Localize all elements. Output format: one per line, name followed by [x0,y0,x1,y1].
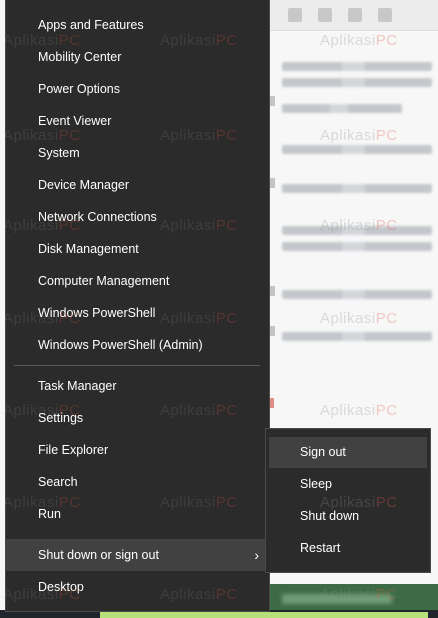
blurred-bullet [270,286,275,296]
blurred-text-line [282,332,432,341]
taskbar-indicator [268,612,428,618]
blurred-text-line [282,104,402,113]
menu-item-label: Network Connections [38,210,157,224]
menu-separator [14,365,260,366]
menu-item-apps-and-features[interactable]: Apps and Features [6,9,269,41]
menu-item-shut-down-or-sign-out[interactable]: Shut down or sign out › [6,539,269,571]
menu-item-label: Desktop [38,580,84,594]
menu-item-search[interactable]: Search [6,466,269,498]
menu-item-disk-management[interactable]: Disk Management [6,233,269,265]
blurred-text-line [282,290,432,299]
submenu-item-sign-out[interactable]: Sign out [269,437,427,468]
menu-item-network-connections[interactable]: Network Connections [6,201,269,233]
menu-item-mobility-center[interactable]: Mobility Center [6,41,269,73]
menu-item-label: Mobility Center [38,50,122,64]
blurred-text-line [282,242,432,251]
menu-item-power-options[interactable]: Power Options [6,73,269,105]
menu-item-label: Device Manager [38,178,130,192]
menu-item-label: Computer Management [38,274,170,288]
toolbar-icon [378,8,392,22]
blurred-text-line [282,62,432,71]
menu-item-label: File Explorer [38,443,109,457]
blurred-text-line [282,226,432,235]
menu-item-label: Run [38,507,61,521]
menu-item-label: System [38,146,80,160]
menu-item-label: Windows PowerShell [38,306,156,320]
blurred-text-line [282,145,432,154]
blurred-text-line [282,78,432,87]
submenu-item-restart[interactable]: Restart [269,533,427,564]
menu-item-settings[interactable]: Settings [6,402,269,434]
menu-item-label: Search [38,475,78,489]
blurred-bullet [270,326,275,336]
menu-item-windows-powershell[interactable]: Windows PowerShell [6,297,269,329]
menu-item-desktop[interactable]: Desktop [6,571,269,603]
blurred-bullet [270,96,275,106]
submenu-item-shut-down[interactable]: Shut down [269,501,427,532]
menu-item-device-manager[interactable]: Device Manager [6,169,269,201]
menu-item-label: Event Viewer [38,114,112,128]
taskbar-indicator [100,612,270,618]
toolbar-icon [318,8,332,22]
menu-item-label: Settings [38,411,84,425]
menu-item-label: Disk Management [38,242,139,256]
shutdown-submenu: Sign out Sleep Shut down Restart [265,428,431,573]
menu-item-label: Task Manager [38,379,117,393]
menu-item-system[interactable]: System [6,137,269,169]
menu-item-run[interactable]: Run [6,498,269,530]
document-toolbar [270,0,438,31]
toolbar-icon [288,8,302,22]
menu-item-task-manager[interactable]: Task Manager [6,370,269,402]
blurred-bullet [270,178,275,188]
toolbar-icon [348,8,362,22]
submenu-item-sleep[interactable]: Sleep [269,469,427,500]
menu-item-event-viewer[interactable]: Event Viewer [6,105,269,137]
blurred-text-line [282,184,432,193]
winx-power-user-menu: Apps and Features Mobility Center Power Op… [5,0,270,612]
menu-item-label: Windows PowerShell (Admin) [38,338,203,352]
menu-item-label: Shut down or sign out [38,548,159,562]
chevron-right-icon: › [254,547,259,563]
menu-item-windows-powershell-admin[interactable]: Windows PowerShell (Admin) [6,329,269,361]
blurred-marker [270,398,274,408]
menu-item-file-explorer[interactable]: File Explorer [6,434,269,466]
menu-item-computer-management[interactable]: Computer Management [6,265,269,297]
menu-item-label: Apps and Features [38,18,144,32]
menu-item-label: Power Options [38,82,120,96]
